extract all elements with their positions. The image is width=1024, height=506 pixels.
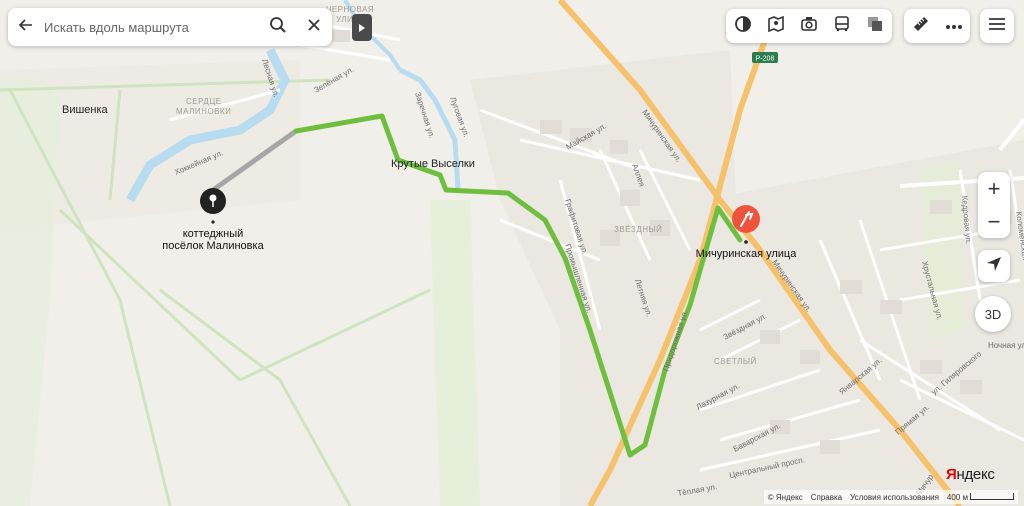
street-label: Ночная ул. [988,341,1024,350]
collapse-panel-button[interactable] [352,14,372,41]
menu-toolbar [980,9,1014,43]
ruler-icon [912,15,930,38]
search-icon [269,16,287,39]
district-label: ЗВЁЗДНЫЙ [614,225,662,234]
scale-line [970,492,1014,500]
zoom-control: + − [978,172,1010,238]
3d-button[interactable]: 3D [975,296,1011,332]
district-label: ЧЕРНОВАЯ [326,5,374,14]
play-icon [359,19,365,37]
help-link[interactable]: Справка [811,493,842,502]
logo-prefix: Я [946,466,957,483]
panorama-button[interactable] [759,9,792,43]
map-layers-toolbar [726,9,892,43]
tools-toolbar [904,9,970,43]
traffic-button[interactable] [859,9,892,43]
panorama-icon [767,15,785,38]
ruler-button[interactable] [904,9,937,43]
road-badge-label: Р-208 [756,56,775,63]
more-icon [945,17,963,35]
zoom-out-button[interactable]: − [978,205,1010,238]
map-canvas[interactable]: Р-208 Хоккейная ул. Зелёная ул. Лесная у… [0,0,1024,506]
menu-button[interactable] [980,9,1014,43]
start-marker-label: посёлок Малиновка [162,240,264,252]
logo-rest: ндекс [956,466,995,483]
yandex-logo: Яндекс [946,466,995,483]
close-icon [308,18,320,36]
arrow-left-icon [18,18,33,37]
more-button[interactable] [937,9,970,43]
end-marker-label: Мичуринская улица [696,248,798,260]
district-label: СЕРДЦЕ [186,97,222,106]
place-label-krutye-vyselki: Крутые Выселки [391,158,475,170]
my-location-button[interactable] [978,250,1010,282]
search-input[interactable]: Искать вдоль маршрута [44,20,260,35]
district-label: МАЛИНОВКИ [176,107,231,116]
map-footer: © Яндекс Справка Условия использования 4… [763,490,1018,504]
search-button[interactable] [260,8,296,46]
bus-icon [833,15,851,38]
layers-button[interactable] [726,9,759,43]
copyright-text: © Яндекс [767,492,803,502]
menu-icon [989,17,1005,35]
camera-icon [800,15,818,38]
start-marker-label: коттеджный [183,228,244,240]
scale-label: 400 м [946,492,968,502]
scale-bar: 400 м [946,492,1014,502]
location-arrow-icon [986,256,1002,277]
route-search-bar: Искать вдоль маршрута [8,8,332,46]
layers-icon [734,15,752,38]
back-button[interactable] [8,8,44,46]
clear-button[interactable] [296,8,332,46]
transport-button[interactable] [826,9,859,43]
photo-button[interactable] [792,9,825,43]
zoom-in-button[interactable]: + [978,172,1010,205]
place-label-vishenka: Вишенка [62,104,109,116]
terms-link[interactable]: Условия использования [850,493,939,502]
traffic-icon [866,15,884,38]
district-label: СВЕТЛЫЙ [714,357,757,366]
